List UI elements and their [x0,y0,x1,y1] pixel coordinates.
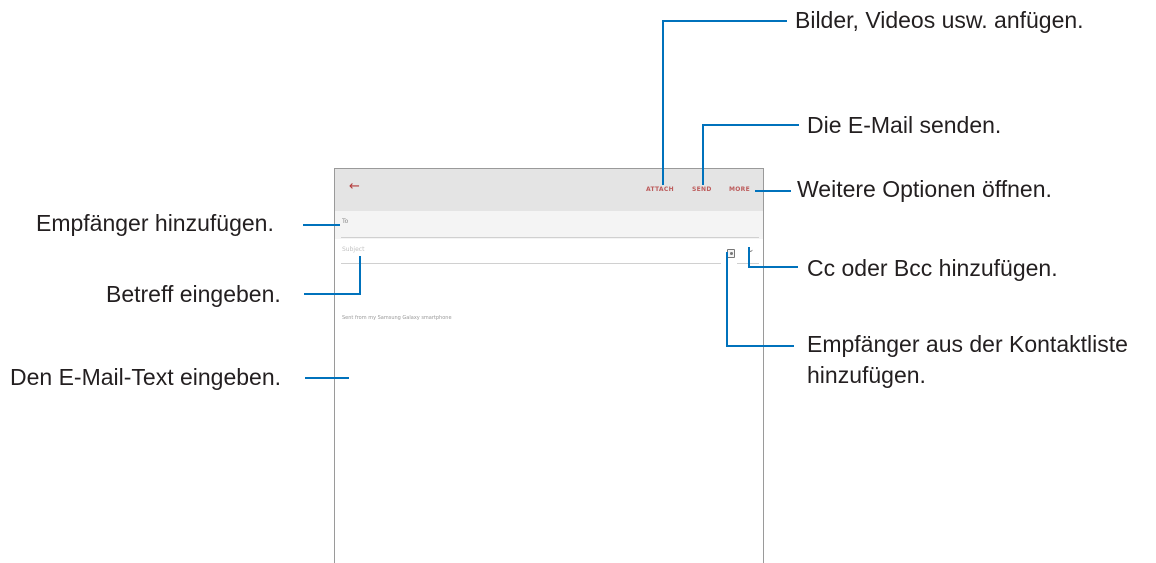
callout-line-send-vertical [702,124,704,185]
callout-contacts-line2: hinzufügen. [807,362,926,388]
recipient-row [335,211,763,239]
callout-attach: Bilder, Videos usw. anfügen. [795,7,1084,33]
send-button[interactable]: SEND [692,186,712,193]
recipient-field[interactable]: To [342,218,348,225]
arrow-left-icon[interactable]: ← [349,179,360,194]
subject-field[interactable]: Subject [342,246,364,253]
callout-more: Weitere Optionen öffnen. [797,176,1052,202]
callout-line-attach-vertical [662,20,664,185]
email-compose-screen: ← ATTACH SEND MORE To Subject ⌄ Sent fro… [334,168,764,563]
callout-line-contacts-horizontal [726,345,794,347]
more-button[interactable]: MORE [729,186,750,193]
callout-line-subject-vertical [359,256,361,295]
callout-recipients: Empfänger hinzufügen. [36,210,274,236]
callout-cc-bcc: Cc oder Bcc hinzufügen. [807,255,1058,281]
callout-line-ccbcc-horizontal [748,266,798,268]
callout-line-more [755,190,791,192]
attach-button[interactable]: ATTACH [646,186,674,193]
recipient-divider [341,237,759,238]
callout-line-subject-horizontal [304,293,361,295]
app-bar: ← ATTACH SEND MORE [335,169,763,211]
callout-send: Die E-Mail senden. [807,112,1002,138]
contact-list-icon[interactable] [727,249,735,258]
callout-contacts-line1: Empfänger aus der Kontaktliste [807,331,1128,357]
email-body-field[interactable]: Sent from my Samsung Galaxy smartphone [342,315,452,321]
callout-line-body [305,377,349,379]
callout-line-send-horizontal [702,124,799,126]
callout-body: Den E-Mail-Text eingeben. [10,364,282,390]
callout-line-attach-horizontal [662,20,787,22]
callout-line-contacts-vertical [726,252,728,347]
callout-subject: Betreff eingeben. [106,281,281,307]
callout-line-ccbcc-vertical [748,247,750,267]
subject-divider [341,263,721,264]
callout-line-recipients [303,224,340,226]
